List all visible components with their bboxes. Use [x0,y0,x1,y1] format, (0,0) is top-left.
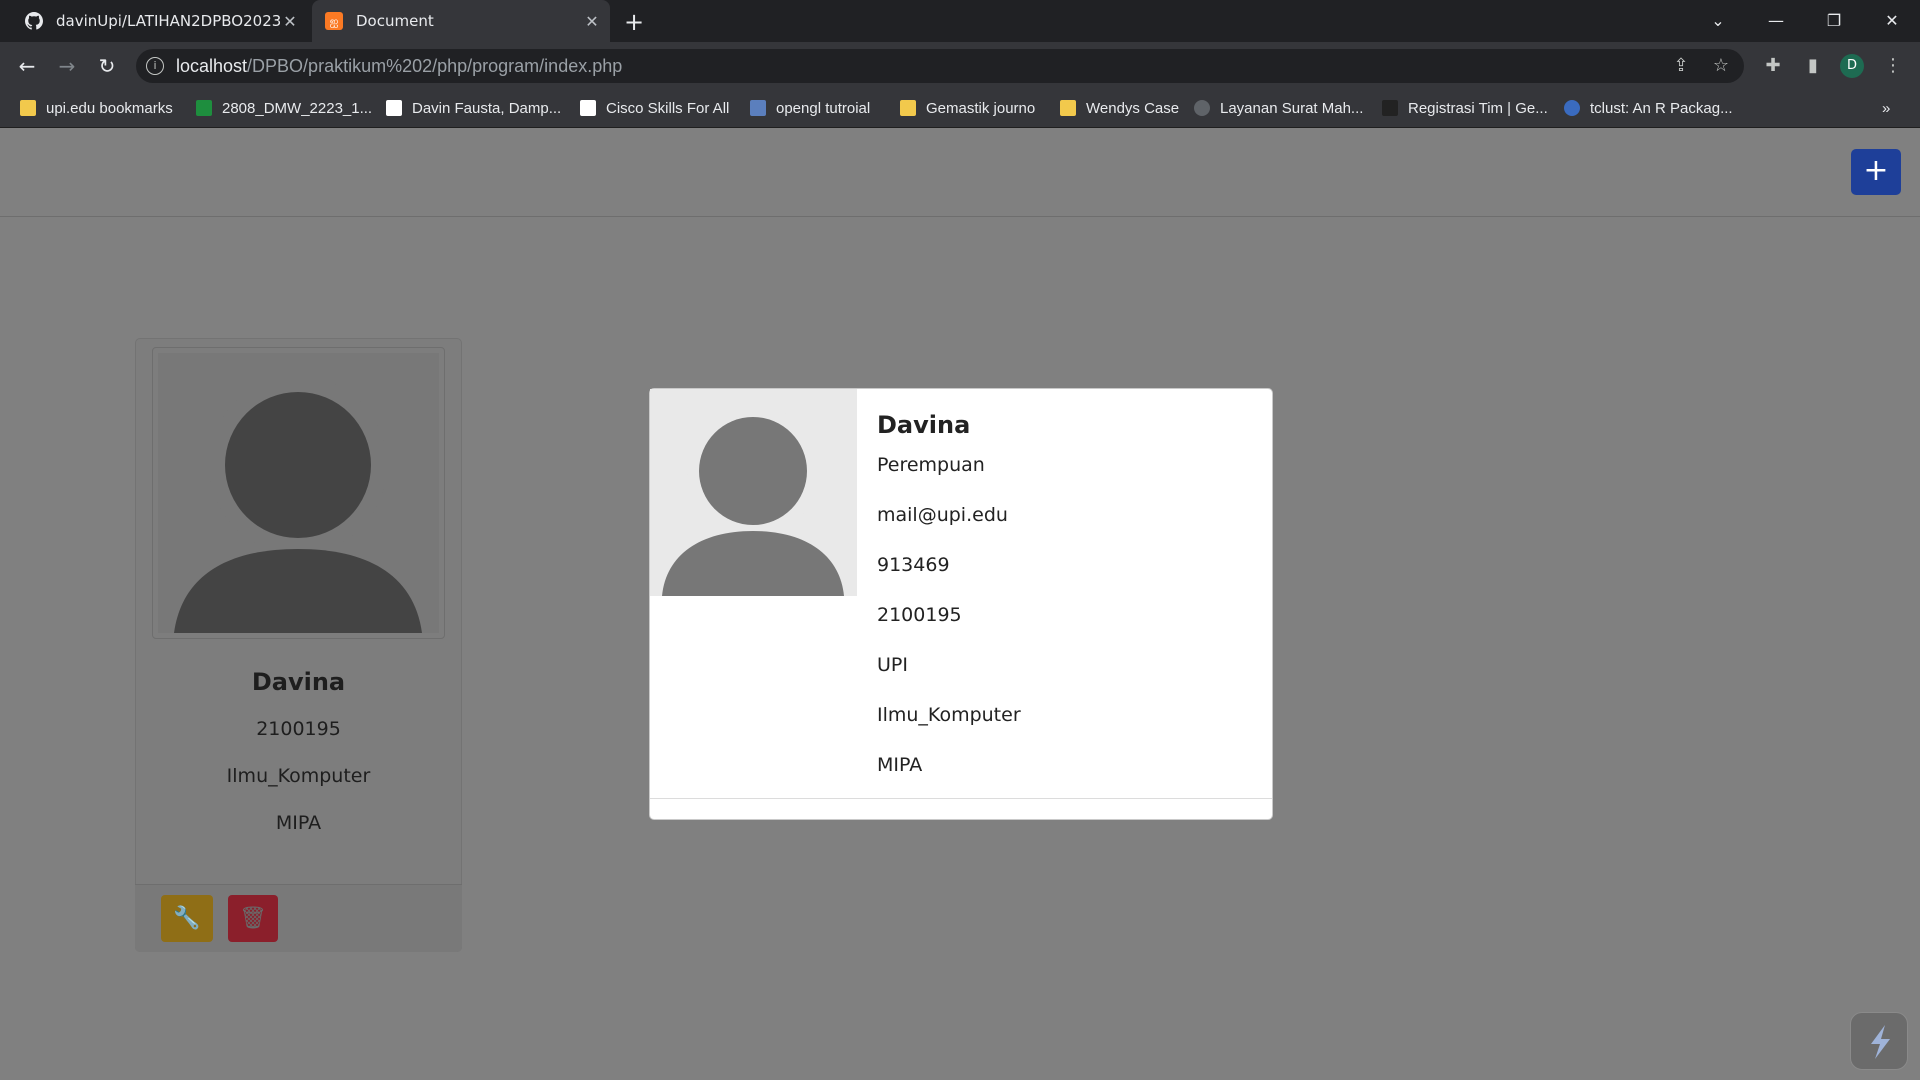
modal-fakultas: MIPA [877,754,923,776]
url-text[interactable]: localhost/DPBO/praktikum%202/php/program… [176,49,622,83]
bookmark-item[interactable]: 2808_DMW_2223_1... [196,88,372,128]
page-navbar [0,129,1920,217]
modal-avatar [650,389,857,596]
close-tab-icon[interactable]: ✕ [280,12,300,31]
bookmark-item[interactable]: upi.edu bookmarks [20,88,173,128]
avatar [158,353,439,633]
modal-email: mail@upi.edu [877,504,1008,526]
new-tab-button[interactable]: + [618,6,650,38]
user-placeholder-icon [174,376,422,633]
modal-phone: 913469 [877,554,950,576]
menu-icon[interactable]: ⋮ [1876,49,1910,83]
opengl-icon [750,100,766,116]
bookmark-star-icon[interactable]: ☆ [1704,49,1738,83]
r-icon [1564,100,1580,116]
back-icon[interactable]: ← [9,48,45,84]
cisco-icon [580,100,596,116]
svg-text:ஐ: ஐ [330,15,339,28]
modal-prodi: Ilmu_Komputer [877,704,1021,726]
edit-button[interactable]: 🔧 [161,895,213,942]
add-button[interactable]: + [1851,149,1901,195]
sheets-icon [196,100,212,116]
wrench-icon: 🔧 [173,906,201,931]
tab-search-icon[interactable]: ⌄ [1698,6,1738,36]
card-name: Davina [251,668,346,696]
gemastik-icon [1382,100,1398,116]
folder-icon [20,100,36,116]
bookmark-item[interactable]: tclust: An R Packag... [1564,88,1733,128]
close-tab-icon[interactable]: ✕ [582,12,602,31]
close-window-icon[interactable]: ✕ [1872,6,1912,36]
bookmark-item[interactable]: Gemastik journo [900,88,1035,128]
bookmark-item[interactable]: Layanan Surat Mah... [1194,88,1363,128]
site-info-icon[interactable]: i [146,57,164,75]
lightning-icon [1871,1025,1890,1059]
bookmark-item[interactable]: Davin Fausta, Damp... [386,88,561,128]
xampp-icon: ஐ [324,11,344,31]
restore-icon[interactable]: ❐ [1814,6,1854,36]
side-panel-icon[interactable]: ▮ [1796,49,1830,83]
forward-icon[interactable]: → [49,48,85,84]
card-prodi: Ilmu_Komputer [226,765,371,787]
folder-icon [1060,100,1076,116]
tab-github[interactable]: davinUpi/LATIHAN2DPBO2023: " ✕ [12,0,308,42]
profile-avatar[interactable]: D [1840,54,1864,78]
bookmarks-overflow-icon[interactable]: » [1882,88,1890,128]
delete-button[interactable]: 🗑 [228,895,278,942]
modal-university: UPI [877,654,908,676]
upi-icon [1194,100,1210,116]
bookmark-item[interactable]: Cisco Skills For All [580,88,729,128]
user-placeholder-icon [662,405,844,596]
bookmark-item[interactable]: Registrasi Tim | Ge... [1382,88,1548,128]
modal-name: Davina [877,411,971,439]
card-nim: 2100195 [256,718,341,740]
modal-gender: Perempuan [877,454,985,476]
trash-icon: 🗑 [239,906,267,931]
modal-footer-divider [650,798,1272,799]
folder-icon [900,100,916,116]
tab-document[interactable]: ஐ Document ✕ [312,0,610,42]
github-icon [24,11,44,31]
minimize-icon[interactable]: — [1756,6,1796,36]
pkp-icon [386,100,402,116]
bookmark-item[interactable]: opengl tutroial [750,88,870,128]
bookmark-item[interactable]: Wendys Case [1060,88,1179,128]
card-fakultas: MIPA [275,812,322,834]
tab-title: davinUpi/LATIHAN2DPBO2023: " [56,12,280,30]
reload-icon[interactable]: ↻ [89,48,125,84]
tab-title: Document [356,12,434,30]
floating-widget-button[interactable] [1850,1012,1908,1070]
modal-nim: 2100195 [877,604,962,626]
share-icon[interactable]: ⇪ [1664,49,1698,83]
extensions-icon[interactable]: ✚ [1756,49,1790,83]
